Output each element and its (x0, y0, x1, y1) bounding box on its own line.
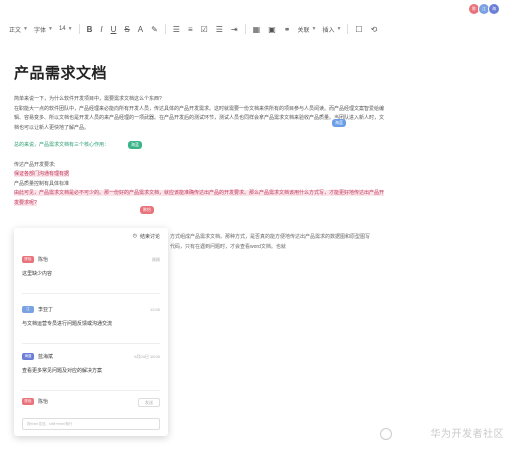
paragraph[interactable]: 产品质量控制有具体标准 (14, 180, 384, 190)
cursor-tag-chenyi: 陈怡 (140, 206, 154, 214)
highlighted-text[interactable]: 由此可见，产品需求文档是必不可少的。那一份好的产品需求文档，就应该能准确传达出产… (14, 190, 385, 206)
highlighted-text[interactable]: 保证各部门沟通有理有据 (14, 171, 70, 177)
history-icon[interactable]: ⟲ (367, 25, 382, 34)
paragraph[interactable]: 传达产品开发要求; (14, 161, 384, 171)
comment-text: 与文档运营专员进行问题反馈或沟通交流 (22, 321, 113, 327)
insert-menu[interactable]: 插入 ▼ (319, 22, 344, 36)
divider (22, 343, 160, 344)
avatar: 陈怡 (22, 256, 34, 263)
font-size-select[interactable]: 14 ▼ (56, 22, 76, 36)
editor-toolbar: 正文 ▼ 字体 ▼ 14 ▼ B I U S A ✎ ☰ ≡ ☑ ☰ ⇥ ▦ ▣ ⚭ … (0, 18, 518, 40)
end-discussion-button[interactable]: ◷ 结束讨论 (14, 228, 168, 244)
document-body: 产品需求文档 简单来说一下，为什么软件开发项目中，需要需求文档这么个东西? 在职… (14, 62, 385, 208)
divider (347, 24, 349, 34)
cursor-tag-hailan: 海蓝 (332, 119, 346, 127)
comment-author: 蓝海斌 (38, 354, 54, 360)
ordered-list-icon[interactable]: ☰ (169, 25, 184, 34)
avatar: 江 (22, 306, 34, 313)
comment-item: 陈怡 陈怡 刚刚 这里缺少内容 (22, 256, 160, 277)
table-icon[interactable]: ▦ (249, 25, 265, 34)
comment-time: 12:00 (149, 307, 160, 312)
comment-panel: ◷ 结束讨论 陈怡 陈怡 刚刚 这里缺少内容 江 李亚丁 12:00 与文档运营… (14, 228, 168, 436)
italic-icon[interactable]: I (96, 25, 106, 34)
comment-time: 刚刚 (152, 256, 160, 262)
comment-time: 9月04日 15:00 (134, 353, 160, 359)
collaborator-avatars: 陈 江 海 (468, 3, 500, 15)
page-title[interactable]: 产品需求文档 (14, 62, 384, 83)
paragraph[interactable]: 简单来说一下，为什么软件开发项目中，需要需求文档这么个东西? 在职能大一点的软件… (14, 95, 384, 133)
cursor-tag-green: 海蓝 (128, 141, 142, 149)
reply-area: 陈怡 陈怡 发送 (22, 398, 160, 407)
watermark: 华为开发者社区 (430, 429, 504, 440)
avatar: 海蓝 (22, 353, 34, 360)
comment-text: 这里缺少内容 (22, 271, 53, 277)
paragraph[interactable]: 总的来说，产品需求文档有三个核心作用： (14, 141, 384, 151)
image-icon[interactable]: ▣ (264, 25, 280, 34)
align-icon[interactable]: ☰ (212, 25, 227, 34)
divider (78, 24, 80, 34)
comment-item: 海蓝 蓝海斌 9月04日 15:00 查看更多常见问题及对应的解决方案 (22, 353, 160, 374)
paragraph[interactable]: 方式组成产品需求文档。那种方式，是否真的能方便地传达出产品需求的数据图和原型图写… (170, 233, 370, 252)
bold-icon[interactable]: B (83, 25, 97, 34)
avatar: 陈怡 (22, 398, 34, 405)
strikethrough-icon[interactable]: S (120, 25, 133, 34)
font-family-select[interactable]: 字体 ▼ (31, 22, 56, 36)
indent-icon[interactable]: ⇥ (227, 25, 242, 34)
weibo-icon (380, 428, 392, 440)
send-button[interactable]: 发送 (138, 398, 160, 407)
underline-icon[interactable]: U (107, 25, 121, 34)
avatar[interactable]: 海 (488, 3, 500, 15)
comment-author: 李亚丁 (38, 307, 54, 313)
highlight-icon[interactable]: ✎ (147, 25, 162, 34)
paragraph-style-select[interactable]: 正文 ▼ (6, 22, 31, 36)
comment-icon[interactable]: ☐ (351, 25, 366, 34)
checklist-icon[interactable]: ☑ (197, 25, 212, 34)
divider (22, 390, 160, 391)
divider (244, 24, 246, 34)
comment-text: 查看更多常见问题及对应的解决方案 (22, 368, 103, 374)
comment-item: 江 李亚丁 12:00 与文档运营专员进行问题反馈或沟通交流 (22, 306, 160, 327)
comment-author: 陈怡 (38, 257, 49, 263)
clock-icon: ◷ (132, 233, 137, 239)
divider (22, 293, 160, 294)
reply-input[interactable]: 按enter发送，shift+enter换行 (22, 418, 160, 430)
font-color-icon[interactable]: A (134, 25, 147, 34)
bullet-list-icon[interactable]: ≡ (184, 25, 197, 34)
relation-button[interactable]: 关联 ▼ (294, 22, 319, 36)
link-icon[interactable]: ⚭ (280, 25, 295, 34)
divider (164, 24, 166, 34)
